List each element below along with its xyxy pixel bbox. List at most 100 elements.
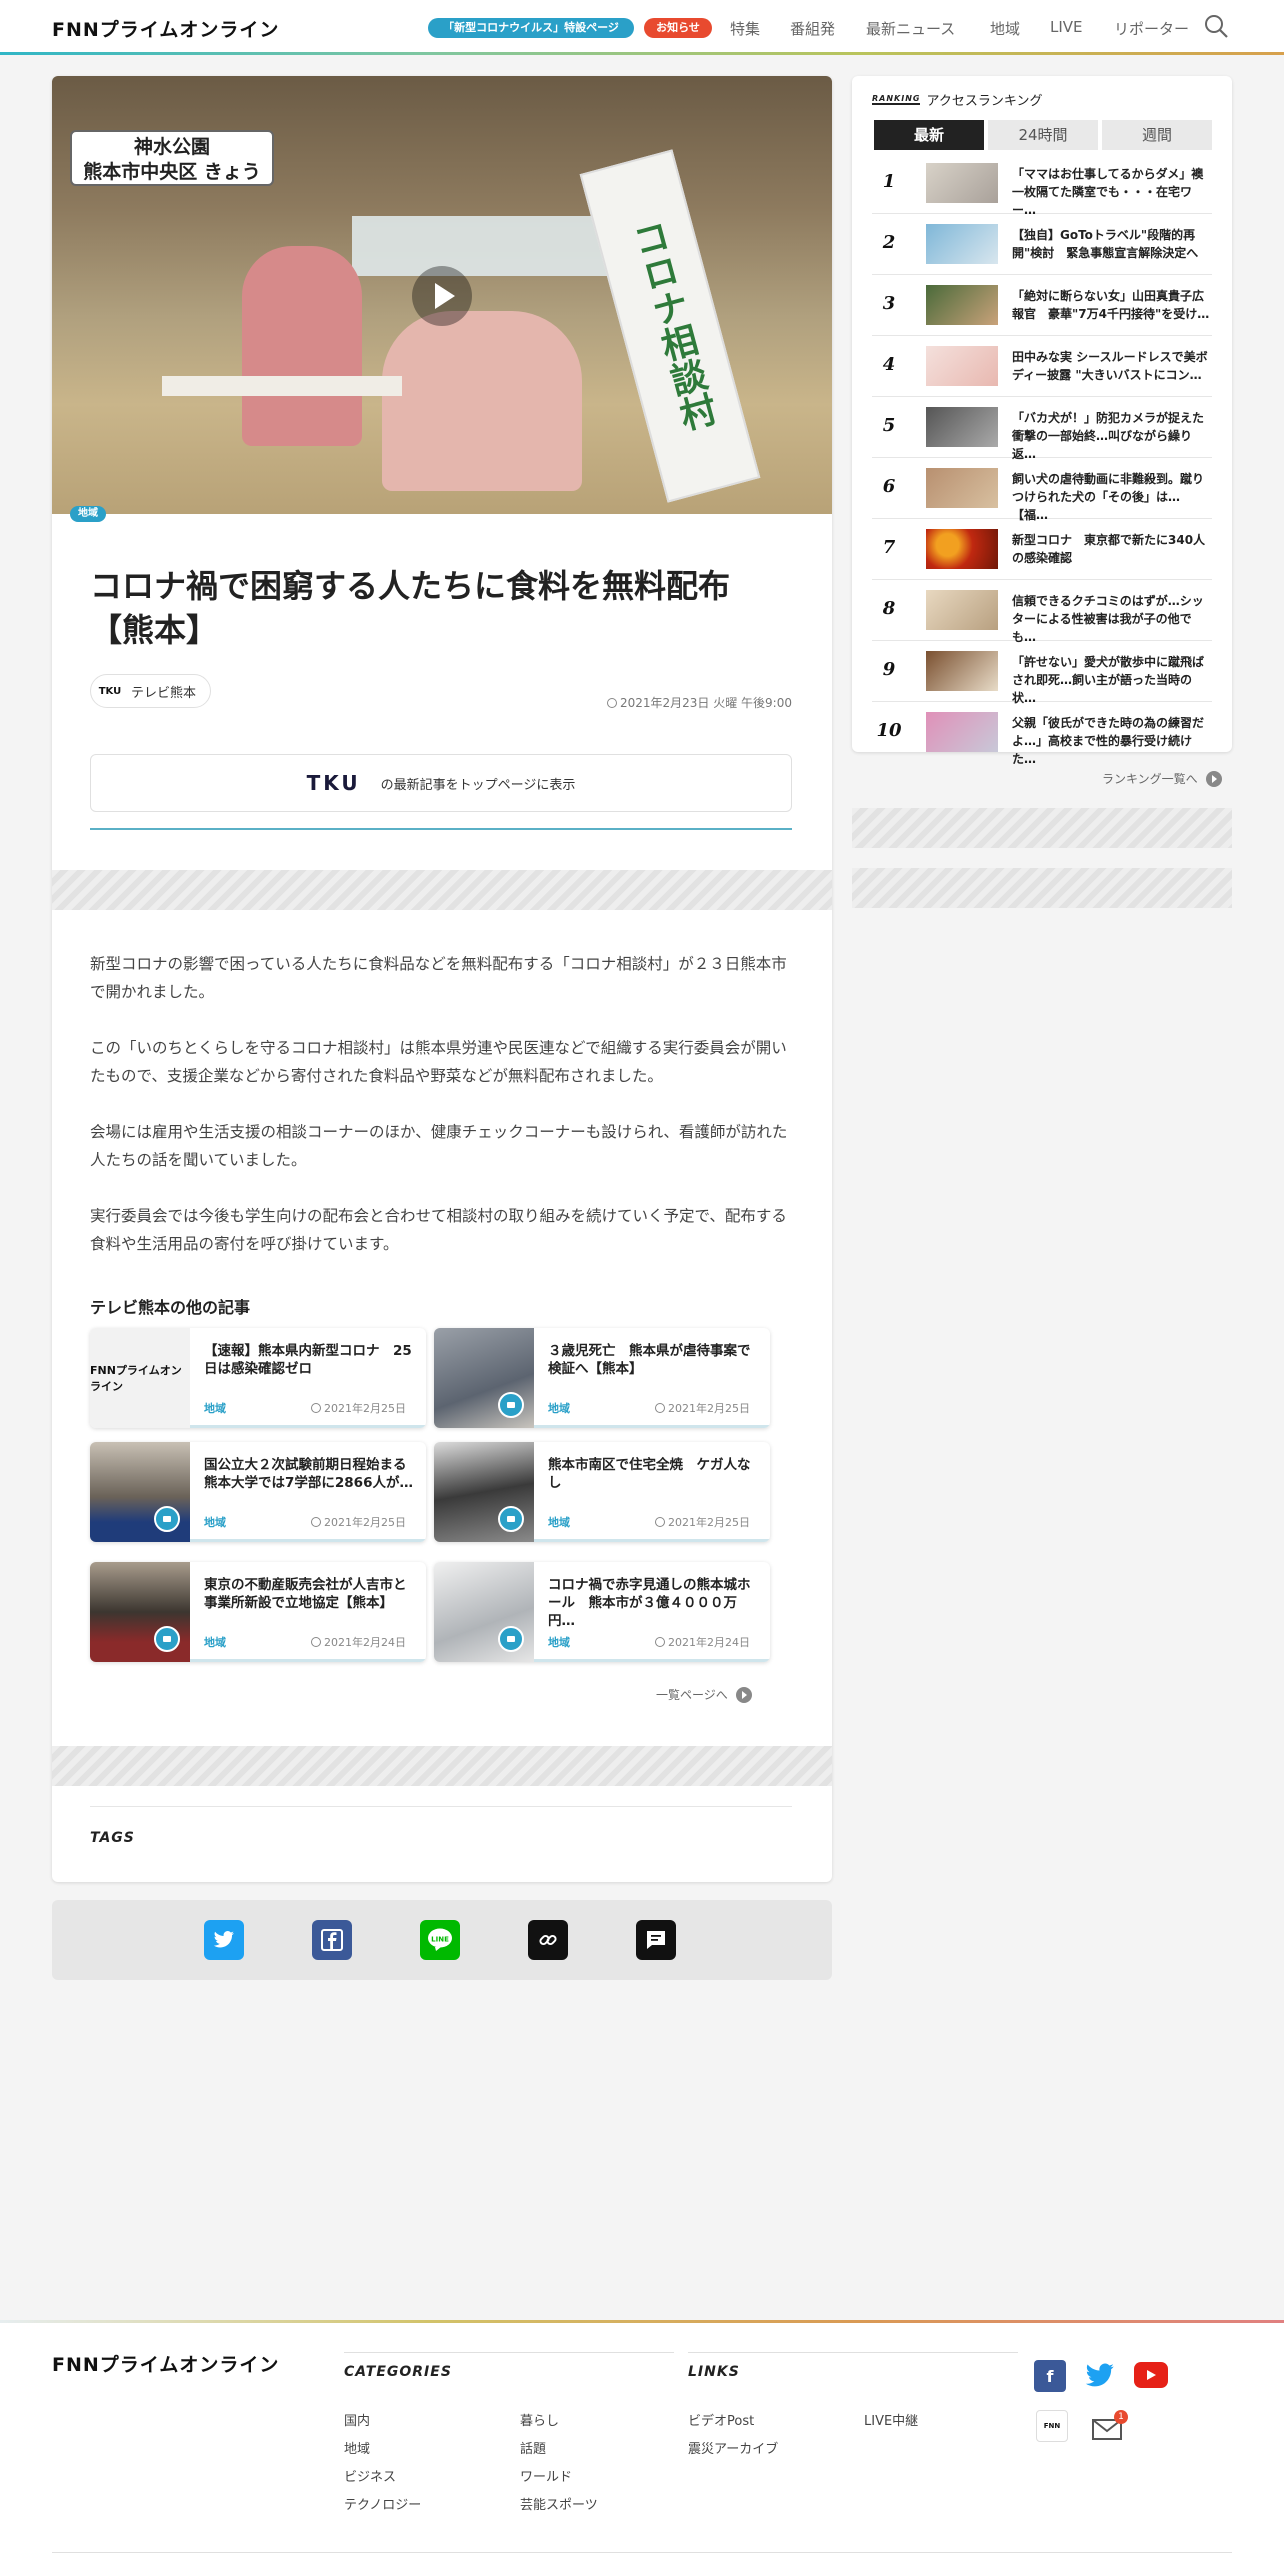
article-paragraph: 新型コロナの影響で困っている人たちに食料品などを無料配布する「コロナ相談村」が２… (90, 955, 787, 1001)
ad-placeholder (852, 868, 1232, 908)
related-card-tag[interactable]: 地域 (548, 1514, 570, 1530)
footer-link-world[interactable]: ワールド (520, 2466, 572, 2485)
ranking-item[interactable]: 2 【独自】GoToトラベル"段階的再開"検討 緊急事態宣言解除決定へ (872, 214, 1212, 275)
hero-banner: コロナ相談村 (579, 149, 761, 503)
mail-icon[interactable]: 1 (1092, 2410, 1128, 2440)
ranking-thumb (926, 468, 998, 508)
nav-reporter[interactable]: リポーター (1114, 18, 1189, 39)
related-card[interactable]: 国公立大２次試験前期日程始まる 熊本大学では7学部に2866人が… 地域 202… (90, 1442, 426, 1542)
ranking-item[interactable]: 1 「ママはお仕事してるからダメ」襖一枚隔てた隣室でも・・・在宅ワー… (872, 153, 1212, 217)
mail-badge: 1 (1114, 2410, 1128, 2424)
footer-link-entertainment[interactable]: 芸能スポーツ (520, 2494, 598, 2513)
ad-placeholder (52, 1746, 832, 1786)
ranking-tab-24h[interactable]: 24時間 (988, 120, 1098, 150)
category-badge[interactable]: 地域 (70, 506, 106, 522)
copy-link-button[interactable] (528, 1920, 568, 1960)
arrow-right-icon (1205, 770, 1222, 787)
nav-latest-news[interactable]: 最新ニュース (866, 18, 955, 39)
twitter-share-button[interactable] (204, 1920, 244, 1960)
footer-link-topics[interactable]: 話題 (520, 2438, 546, 2457)
footer-link-business[interactable]: ビジネス (344, 2466, 396, 2485)
article-paragraph: この「いのちとくらしを守るコロナ相談村」は熊本県労連や民医連などで組織する実行委… (90, 1039, 787, 1085)
ranking-item[interactable]: 8 信頼できるクチコミのはずが…シッターによる性被害は我が子の他でも… (872, 580, 1212, 644)
nav-programs[interactable]: 番組発 (790, 18, 835, 39)
comment-button[interactable] (636, 1920, 676, 1960)
line-icon: LINE (428, 1928, 452, 1951)
ranking-item[interactable]: 5 「バカ犬が！」防犯カメラが捉えた衝撃の一部始終…叫びながら繰り返… (872, 397, 1212, 461)
ranking-tab-latest[interactable]: 最新 (874, 120, 984, 150)
footer-link-live[interactable]: LIVE中継 (864, 2410, 918, 2429)
related-more-link[interactable]: 一覧ページへ (656, 1686, 752, 1703)
related-card-tag[interactable]: 地域 (548, 1634, 570, 1650)
footer-logo[interactable]: FNNプライムオンライン (52, 2350, 279, 2377)
footer-categories-title: CATEGORIES (344, 2364, 452, 2380)
video-icon (498, 1506, 524, 1532)
play-icon[interactable] (412, 266, 472, 326)
related-card[interactable]: 東京の不動産販売会社が人吉市と事業所新設で立地協定【熊本】 地域 2021年2月… (90, 1562, 426, 1662)
related-card-date: 2021年2月24日 (311, 1634, 406, 1650)
nav-features[interactable]: 特集 (730, 18, 760, 39)
related-card-title: 東京の不動産販売会社が人吉市と事業所新設で立地協定【熊本】 (204, 1577, 407, 1611)
ranking-title: 田中みな実 シースルードレスで美ボディー披露 "大きいバストにコン… (1012, 350, 1208, 382)
source-chip[interactable]: TKU テレビ熊本 (90, 674, 212, 708)
source-top-link[interactable]: TKU の最新記事をトップページに表示 (90, 754, 792, 812)
related-card-tag[interactable]: 地域 (548, 1400, 570, 1416)
ranking-item[interactable]: 7 新型コロナ 東京都で新たに340人の感染確認 (872, 519, 1212, 580)
ranking-title: 【独自】GoToトラベル"段階的再開"検討 緊急事態宣言解除決定へ (1012, 228, 1199, 260)
related-card[interactable]: 熊本市南区で住宅全焼 ケガ人なし 地域 2021年2月25日 (434, 1442, 770, 1542)
header-accent-line (0, 52, 1284, 55)
notice-pill[interactable]: お知らせ (644, 18, 712, 38)
facebook-icon[interactable]: f (1034, 2360, 1066, 2392)
article-paragraph: 会場には雇用や生活支援の相談コーナーのほか、健康チェックコーナーも設けられ、看護… (90, 1123, 788, 1169)
youtube-icon[interactable] (1134, 2362, 1168, 2388)
twitter-icon[interactable] (1084, 2360, 1116, 2392)
related-card-tag[interactable]: 地域 (204, 1514, 226, 1530)
related-card[interactable]: コロナ禍で赤字見通しの熊本城ホール 熊本市が３億４０００万円… 地域 2021年… (434, 1562, 770, 1662)
divider (90, 828, 792, 830)
link-icon (539, 1934, 557, 1946)
related-card-line (190, 1425, 426, 1428)
footer-link-domestic[interactable]: 国内 (344, 2410, 370, 2429)
corona-special-pill[interactable]: 「新型コロナウイルス」特設ページ (428, 18, 634, 38)
related-card[interactable]: ３歳児死亡 熊本県が虐待事案で検証へ【熊本】 地域 2021年2月25日 (434, 1328, 770, 1428)
ranking-item[interactable]: 3 「絶対に断らない女」山田真貴子広報官 豪華"7万4千円接待"を受け… (872, 275, 1212, 336)
related-card-title: コロナ禍で赤字見通しの熊本城ホール 熊本市が３億４０００万円… (548, 1577, 751, 1629)
hero-video[interactable]: コロナ相談村 神水公園 熊本市中央区 きょう (52, 76, 832, 514)
related-card-line (534, 1659, 770, 1662)
comment-icon (647, 1931, 665, 1949)
source-top-link-label: の最新記事をトップページに表示 (380, 777, 576, 793)
facebook-share-button[interactable] (312, 1920, 352, 1960)
related-card-tag[interactable]: 地域 (204, 1634, 226, 1650)
ranking-number: 4 (882, 354, 896, 375)
related-card[interactable]: FNNプライムオンライン 【速報】熊本県内新型コロナ 25日は感染確認ゼロ 地域… (90, 1328, 426, 1428)
clock-icon (606, 698, 617, 708)
line-share-button[interactable]: LINE (420, 1920, 460, 1960)
related-card-date: 2021年2月25日 (311, 1400, 406, 1416)
nav-region[interactable]: 地域 (990, 18, 1020, 39)
ranking-item[interactable]: 4 田中みな実 シースルードレスで美ボディー披露 "大きいバストにコン… (872, 336, 1212, 397)
footer-link-living[interactable]: 暮らし (520, 2410, 559, 2429)
ranking-item[interactable]: 10 父親「彼氏ができた時の為の練習だよ…」高校まで性的暴行受け続けた… (872, 702, 1212, 766)
ranking-title: 飼い犬の虐待動画に非難殺到。蹴りつけられた犬の「その後」は…【福… (1012, 472, 1205, 522)
ranking-item[interactable]: 9 「許せない」愛犬が散歩中に蹴飛ばされ即死…飼い主が語った当時の状… (872, 641, 1212, 705)
footer-link-region[interactable]: 地域 (344, 2438, 370, 2457)
search-icon[interactable] (1203, 13, 1229, 39)
site-logo[interactable]: FNNプライムオンライン (52, 15, 279, 42)
ranking-item[interactable]: 6 飼い犬の虐待動画に非難殺到。蹴りつけられた犬の「その後」は…【福… (872, 458, 1212, 522)
related-thumb (90, 1442, 190, 1542)
nav-live[interactable]: LIVE (1050, 18, 1083, 36)
fnn-app-icon[interactable]: FNN (1036, 2410, 1068, 2442)
hero-table (162, 376, 402, 396)
footer-link-disaster-archive[interactable]: 震災アーカイブ (688, 2438, 778, 2457)
article-paragraph: 実行委員会では今後も学生向けの配布会と合わせて相談村の取り組みを続けていく予定で… (90, 1207, 787, 1253)
related-thumb (434, 1442, 534, 1542)
related-card-tag[interactable]: 地域 (204, 1400, 226, 1416)
ranking-tab-weekly[interactable]: 週間 (1102, 120, 1212, 150)
clock-icon (655, 1637, 665, 1647)
footer-link-video-post[interactable]: ビデオPost (688, 2410, 754, 2429)
related-card-title: 熊本市南区で住宅全焼 ケガ人なし (548, 1457, 751, 1491)
ranking-number: 3 (882, 293, 896, 314)
divider (90, 1806, 792, 1807)
ranking-more-link[interactable]: ランキング一覧へ (1102, 770, 1222, 787)
footer-link-technology[interactable]: テクノロジー (344, 2494, 421, 2513)
